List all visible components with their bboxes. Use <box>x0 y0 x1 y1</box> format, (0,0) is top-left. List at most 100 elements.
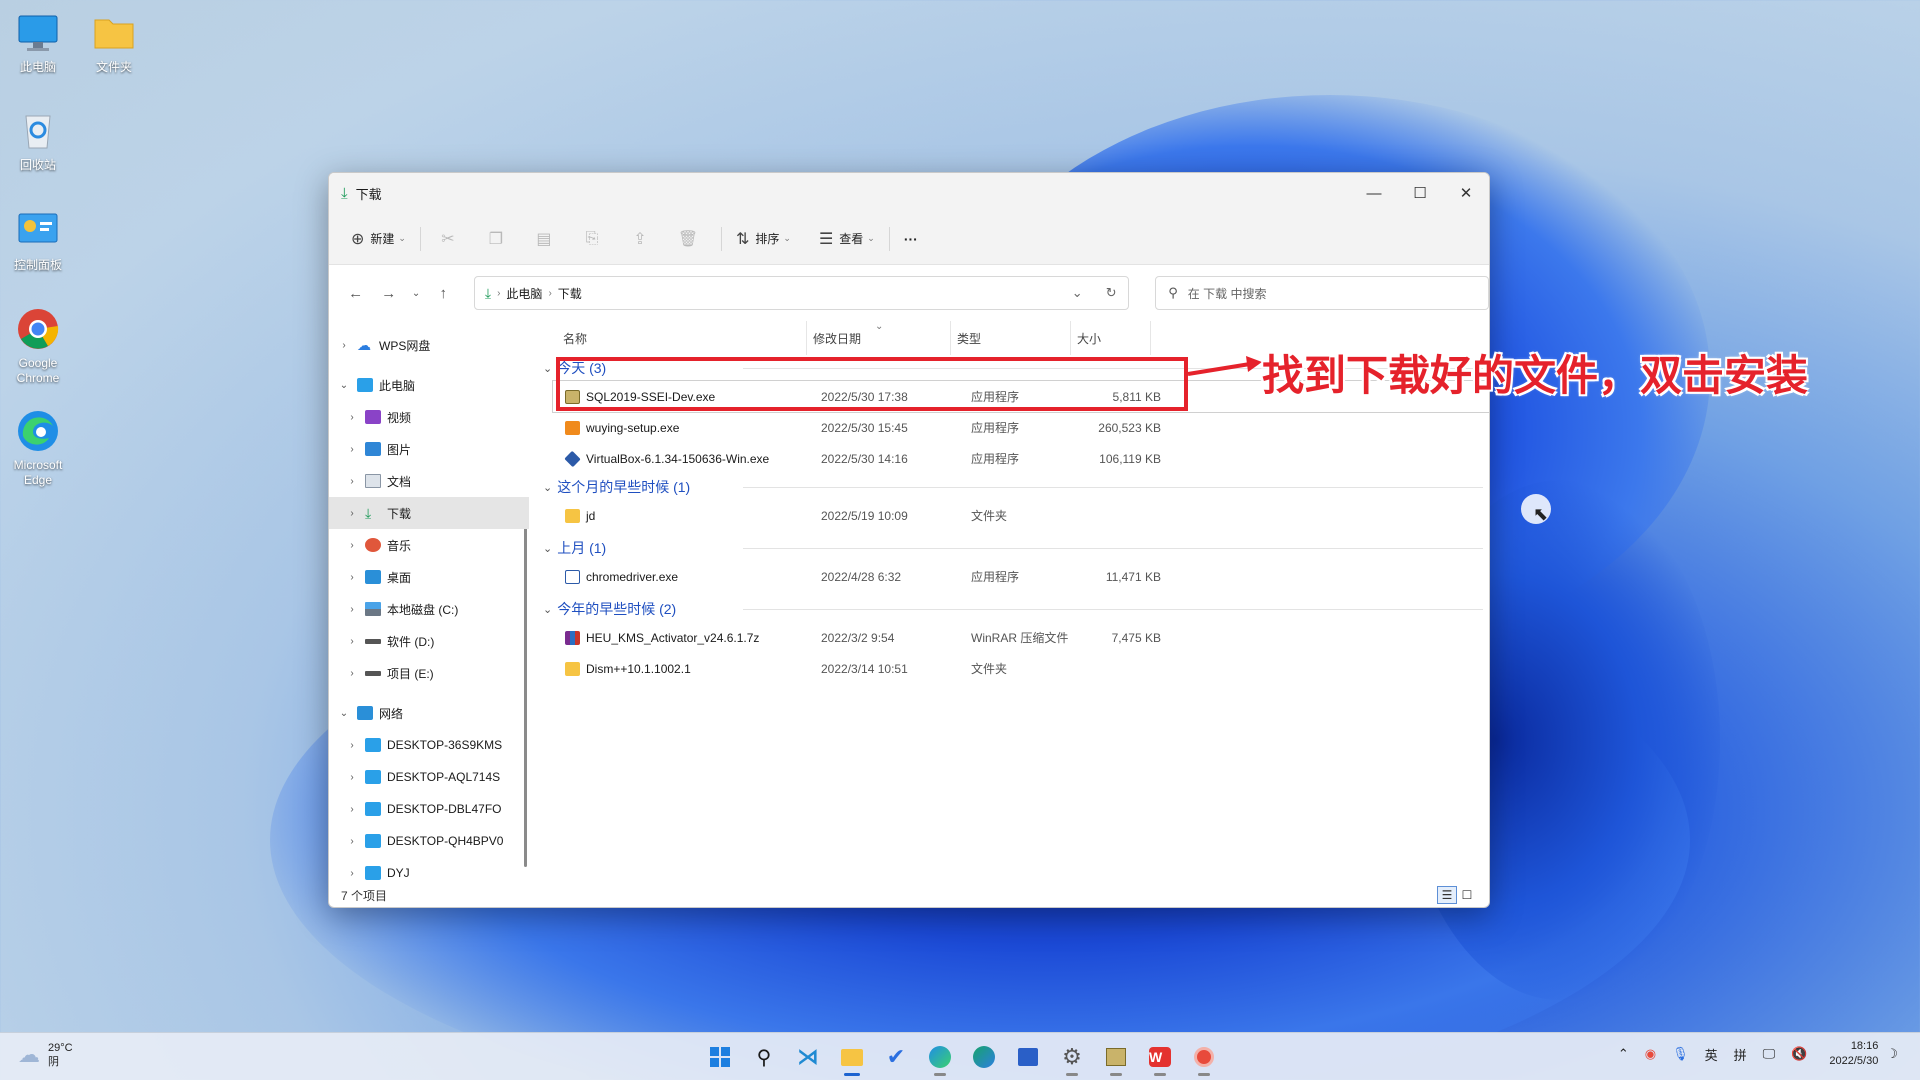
chevron-down-icon[interactable]: ⌄ <box>337 708 351 719</box>
refresh-icon[interactable]: ↻ <box>1094 285 1128 301</box>
column-type[interactable]: 类型 <box>951 321 1071 355</box>
delete-button[interactable]: 🗑 <box>667 222 715 256</box>
sidebar-item-downloads[interactable]: › ⤓ 下载 <box>329 497 529 529</box>
title-bar[interactable]: ⤓ 下载 — ☐ ✕ <box>329 173 1489 213</box>
desktop-icon-recycle-bin[interactable]: 回收站 <box>0 108 76 173</box>
share-button[interactable]: ⇪ <box>619 222 667 256</box>
table-row[interactable]: wuying-setup.exe 2022/5/30 15:45 应用程序 26… <box>553 412 1489 443</box>
sidebar-item-wps-cloud[interactable]: › ☁ WPS网盘 <box>329 329 529 361</box>
desktop-icon-edge[interactable]: Microsoft Edge <box>0 408 76 488</box>
cut-button[interactable]: ✂ <box>427 222 475 256</box>
taskbar-store[interactable] <box>1006 1037 1050 1077</box>
column-date[interactable]: ⌄ 修改日期 <box>807 321 951 355</box>
notification-icon[interactable]: ☽ <box>1886 1046 1898 1062</box>
taskbar-recorder[interactable] <box>1182 1037 1226 1077</box>
minimize-button[interactable]: — <box>1351 173 1397 213</box>
sidebar-item-pictures[interactable]: › 图片 <box>329 433 529 465</box>
chevron-right-icon[interactable]: › <box>337 340 351 351</box>
chevron-right-icon[interactable]: › <box>345 868 359 879</box>
sidebar-item-network[interactable]: ⌄ 网络 <box>329 697 529 729</box>
chevron-right-icon[interactable]: › <box>345 604 359 615</box>
chevron-right-icon[interactable]: › <box>345 412 359 423</box>
taskbar-wps[interactable]: W <box>1138 1037 1182 1077</box>
sort-button[interactable]: ⇅ 排序 ⌄ <box>728 222 799 256</box>
taskbar-installer[interactable] <box>1094 1037 1138 1077</box>
desktop-icon-chrome[interactable]: Google Chrome <box>0 306 76 386</box>
group-header-earlier-this-year[interactable]: ⌄ 今年的早些时候 (2) <box>543 596 1489 622</box>
chevron-right-icon[interactable]: › <box>345 772 359 783</box>
start-button[interactable] <box>698 1037 742 1077</box>
close-button[interactable]: ✕ <box>1443 173 1489 213</box>
chevron-down-icon[interactable]: ⌄ <box>1060 285 1094 301</box>
sidebar-item-network-computer[interactable]: › DESKTOP-AQL714S <box>329 761 529 793</box>
chevron-up-icon[interactable]: ⌃ <box>1618 1046 1629 1062</box>
up-button[interactable]: ↑ <box>427 276 460 310</box>
volume-muted-icon[interactable]: 🔇 <box>1791 1046 1807 1062</box>
taskbar-edge[interactable] <box>918 1037 962 1077</box>
table-row[interactable]: VirtualBox-6.1.34-150636-Win.exe 2022/5/… <box>553 443 1489 474</box>
desktop-icon-control-panel[interactable]: 控制面板 <box>0 208 76 273</box>
table-row[interactable]: HEU_KMS_Activator_v24.6.1.7z 2022/3/2 9:… <box>553 622 1489 653</box>
taskbar-edge-dev[interactable] <box>962 1037 1006 1077</box>
network-icon[interactable]: 🖵 <box>1763 1046 1776 1062</box>
view-button[interactable]: ☰ 查看 ⌄ <box>811 222 883 256</box>
ime-language[interactable]: 英 <box>1705 1045 1718 1064</box>
maximize-button[interactable]: ☐ <box>1397 173 1443 213</box>
group-header-last-month[interactable]: ⌄ 上月 (1) <box>543 535 1489 561</box>
sidebar-item-desktop[interactable]: › 桌面 <box>329 561 529 593</box>
chevron-right-icon[interactable]: › <box>345 740 359 751</box>
record-indicator-icon[interactable]: ◉ <box>1645 1046 1656 1062</box>
chevron-right-icon[interactable]: › <box>345 836 359 847</box>
search-box[interactable]: ⚲ 在 下载 中搜索 <box>1155 276 1489 310</box>
clock[interactable]: 18:16 2022/5/30 <box>1829 1039 1878 1069</box>
new-button[interactable]: ⊕ 新建 ⌄ <box>343 222 414 256</box>
chevron-right-icon[interactable]: › <box>345 540 359 551</box>
sidebar-item-videos[interactable]: › 视频 <box>329 401 529 433</box>
search-button[interactable]: ⚲ <box>742 1037 786 1077</box>
rename-button[interactable]: ⎘ <box>571 222 619 256</box>
chevron-right-icon[interactable]: › <box>345 444 359 455</box>
forward-button[interactable]: → <box>372 276 405 310</box>
chevron-right-icon[interactable]: › <box>345 804 359 815</box>
taskbar-file-explorer[interactable] <box>830 1037 874 1077</box>
chevron-down-icon[interactable]: ⌄ <box>337 380 351 391</box>
chevron-right-icon[interactable]: › <box>345 668 359 679</box>
weather-widget[interactable]: ☁ 29°C 阴 <box>18 1041 73 1069</box>
desktop-icon-folder[interactable]: 文件夹 <box>76 10 152 75</box>
chevron-right-icon[interactable]: › <box>345 508 359 519</box>
breadcrumb-downloads[interactable]: 下载 <box>558 285 582 302</box>
column-name[interactable]: 名称 <box>557 321 807 355</box>
taskbar-settings[interactable]: ⚙ <box>1050 1037 1094 1077</box>
large-icons-view-icon[interactable]: ☐ <box>1457 886 1477 904</box>
back-button[interactable]: ← <box>339 276 372 310</box>
sidebar-item-drive-c[interactable]: › 本地磁盘 (C:) <box>329 593 529 625</box>
paste-button[interactable]: ▤ <box>523 222 571 256</box>
chevron-right-icon[interactable]: › <box>345 476 359 487</box>
details-view-icon[interactable]: ☰ <box>1437 886 1457 904</box>
sidebar-item-network-computer[interactable]: › DESKTOP-QH4BPV0 <box>329 825 529 857</box>
copy-button[interactable]: ❐ <box>475 222 523 256</box>
more-button[interactable]: ··· <box>896 222 926 256</box>
chevron-right-icon[interactable]: › <box>345 572 359 583</box>
microphone-icon[interactable]: 🎙 <box>1672 1046 1689 1062</box>
sidebar-item-drive-e[interactable]: › 项目 (E:) <box>329 657 529 689</box>
sidebar-item-documents[interactable]: › 文档 <box>329 465 529 497</box>
recent-locations-button[interactable]: ⌄ <box>405 276 426 310</box>
sidebar-item-this-pc[interactable]: ⌄ 此电脑 <box>329 369 529 401</box>
sidebar-item-network-computer[interactable]: › DESKTOP-36S9KMS <box>329 729 529 761</box>
taskbar-todo[interactable]: ✔ <box>874 1037 918 1077</box>
table-row[interactable]: chromedriver.exe 2022/4/28 6:32 应用程序 11,… <box>553 561 1489 592</box>
table-row[interactable]: Dism++10.1.1002.1 2022/3/14 10:51 文件夹 <box>553 653 1489 684</box>
sidebar-item-drive-d[interactable]: › 软件 (D:) <box>329 625 529 657</box>
taskbar-vscode[interactable]: ⋊ <box>786 1037 830 1077</box>
table-row[interactable]: jd 2022/5/19 10:09 文件夹 <box>553 500 1489 531</box>
breadcrumb-this-pc[interactable]: 此电脑 <box>506 285 542 302</box>
address-bar[interactable]: ⤓ › 此电脑 › 下载 ⌄ ↻ <box>473 276 1130 310</box>
group-header-this-month[interactable]: ⌄ 这个月的早些时候 (1) <box>543 474 1489 500</box>
sidebar-item-network-computer[interactable]: › DESKTOP-DBL47FO <box>329 793 529 825</box>
desktop-icon-this-pc[interactable]: 此电脑 <box>0 10 76 75</box>
ime-mode[interactable]: 拼 <box>1734 1045 1747 1064</box>
column-size[interactable]: 大小 <box>1071 321 1151 355</box>
chevron-right-icon[interactable]: › <box>345 636 359 647</box>
sidebar-item-music[interactable]: › 音乐 <box>329 529 529 561</box>
